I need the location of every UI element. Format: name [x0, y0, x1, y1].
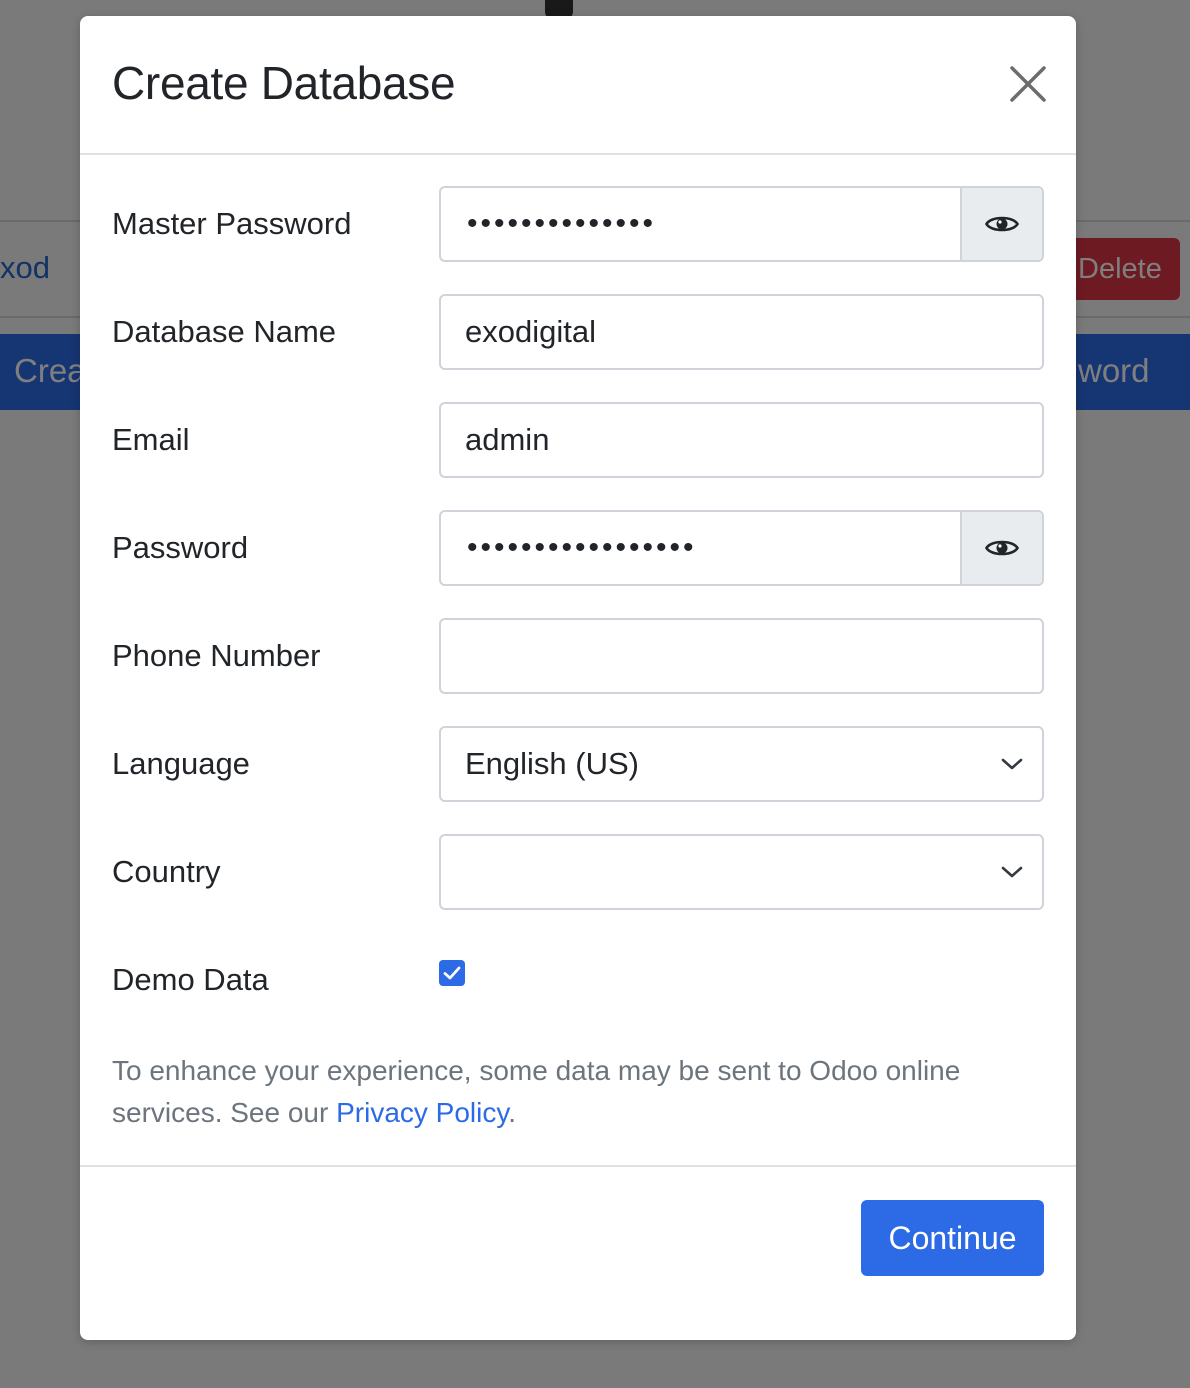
database-name-label: Database Name: [112, 314, 337, 349]
language-label: Language: [112, 746, 250, 781]
database-name-field[interactable]: exodigital: [439, 294, 1044, 370]
close-icon: [1010, 66, 1046, 102]
password-row: Password •••••••••••••••••: [112, 510, 1044, 586]
email-label: Email: [112, 422, 190, 457]
language-row: Language English (US): [112, 726, 1044, 802]
database-name-row: Database Name exodigital: [112, 294, 1044, 370]
master-password-value[interactable]: ••••••••••••••: [441, 209, 960, 239]
reveal-master-password-button[interactable]: [960, 188, 1042, 260]
privacy-notice-suffix: .: [508, 1097, 517, 1128]
demo-data-label: Demo Data: [112, 962, 269, 997]
create-database-dialog: Create Database Master Password ••••••••…: [80, 16, 1076, 1340]
password-field[interactable]: •••••••••••••••••: [439, 510, 1044, 586]
password-label: Password: [112, 530, 249, 565]
eye-icon: [985, 540, 1019, 556]
database-name-value[interactable]: exodigital: [441, 314, 1042, 350]
phone-number-field[interactable]: [439, 618, 1044, 694]
continue-button[interactable]: Continue: [861, 1200, 1044, 1276]
country-row: Country: [112, 834, 1044, 910]
chevron-down-icon: [1001, 866, 1023, 878]
privacy-policy-link[interactable]: Privacy Policy: [336, 1097, 508, 1128]
country-dropdown-toggle[interactable]: [982, 836, 1042, 908]
chevron-down-icon: [1001, 758, 1023, 770]
master-password-row: Master Password ••••••••••••••: [112, 186, 1044, 262]
demo-data-checkbox[interactable]: [439, 960, 465, 986]
phone-number-label: Phone Number: [112, 638, 321, 673]
email-field[interactable]: admin: [439, 402, 1044, 478]
language-dropdown-toggle[interactable]: [982, 728, 1042, 800]
email-value[interactable]: admin: [441, 422, 1042, 458]
country-label: Country: [112, 854, 221, 889]
privacy-notice-text: To enhance your experience, some data ma…: [112, 1055, 961, 1128]
modal-title: Create Database: [112, 57, 456, 109]
modal-footer-divider: [80, 1165, 1076, 1167]
check-icon: [443, 966, 461, 980]
eye-icon: [985, 216, 1019, 232]
language-value[interactable]: English (US): [441, 746, 982, 782]
reveal-password-button[interactable]: [960, 512, 1042, 584]
master-password-label: Master Password: [112, 206, 352, 241]
master-password-field[interactable]: ••••••••••••••: [439, 186, 1044, 262]
password-value[interactable]: •••••••••••••••••: [441, 533, 960, 563]
language-select[interactable]: English (US): [439, 726, 1044, 802]
country-select[interactable]: [439, 834, 1044, 910]
privacy-notice: To enhance your experience, some data ma…: [112, 1050, 1012, 1134]
email-row: Email admin: [112, 402, 1044, 478]
demo-data-row: Demo Data: [112, 942, 1044, 1018]
modal-header: Create Database: [80, 16, 1076, 155]
close-button[interactable]: [1006, 62, 1050, 106]
phone-number-row: Phone Number: [112, 618, 1044, 694]
